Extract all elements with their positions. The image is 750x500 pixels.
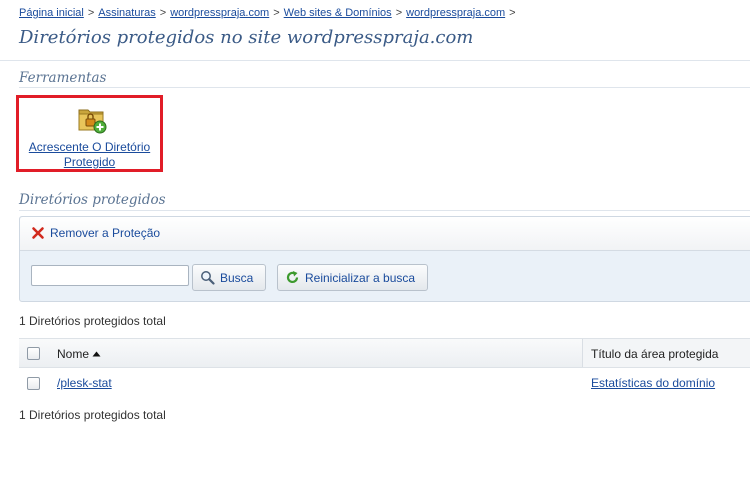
breadcrumb: Página inicial > Assinaturas > wordpresspraj… [19, 7, 520, 19]
directory-name-link[interactable]: /plesk-stat [57, 376, 112, 390]
page-title: Diretórios protegidos no site wordpressp… [19, 27, 474, 48]
select-all-checkbox[interactable] [27, 347, 40, 360]
reset-search-button-label: Reinicializar a busca [305, 270, 416, 285]
column-divider [582, 339, 583, 367]
magnifier-icon [201, 271, 215, 285]
breadcrumb-separator: > [87, 7, 95, 19]
table-header: Nome Título da área protegida [19, 338, 750, 368]
directories-toolbar-panel: Remover a Proteção Busca Reinicializar a… [19, 216, 750, 302]
reset-search-button[interactable]: Reinicializar a busca [277, 264, 428, 291]
actions-toolbar: Remover a Proteção [20, 217, 750, 251]
breadcrumb-item-websites-domains[interactable]: Web sites & Domínios [284, 7, 392, 19]
title-divider [0, 60, 750, 61]
folder-lock-add-icon [77, 104, 107, 134]
breadcrumb-item-subscription[interactable]: wordpresspraja.com [170, 7, 269, 19]
row-checkbox[interactable] [27, 377, 40, 390]
breadcrumb-separator: > [273, 7, 280, 19]
search-button[interactable]: Busca [192, 264, 266, 291]
breadcrumb-item-home[interactable]: Página inicial [19, 7, 84, 19]
breadcrumb-separator: > [509, 7, 516, 19]
page: Página inicial > Assinaturas > wordpresspraj… [0, 0, 750, 500]
directories-section-title: Diretórios protegidos [19, 192, 166, 208]
tools-section-divider [19, 87, 750, 88]
column-header-title[interactable]: Título da área protegida [591, 347, 718, 361]
directory-title-link[interactable]: Estatísticas do domínio [591, 376, 715, 390]
breadcrumb-separator: > [159, 7, 167, 19]
sort-ascending-icon [92, 351, 101, 357]
directories-section-divider [19, 210, 750, 211]
column-header-name-label: Nome [57, 347, 90, 361]
total-count-top: 1 Diretórios protegidos total [19, 314, 166, 328]
breadcrumb-separator: > [395, 7, 403, 19]
remove-protection-label: Remover a Proteção [50, 226, 161, 240]
column-header-name[interactable]: Nome [57, 347, 101, 361]
remove-x-icon [32, 227, 44, 239]
add-protected-directory-button[interactable]: Acrescente O Diretório Protegido [16, 95, 163, 172]
search-button-label: Busca [220, 270, 254, 285]
tools-section-title: Ferramentas [19, 70, 107, 86]
refresh-icon [286, 271, 299, 284]
add-protected-directory-label[interactable]: Acrescente O Diretório Protegido [19, 140, 160, 170]
remove-protection-button[interactable]: Remover a Proteção [31, 226, 160, 240]
breadcrumb-item-domain[interactable]: wordpresspraja.com [406, 7, 505, 19]
total-count-bottom: 1 Diretórios protegidos total [19, 408, 166, 422]
breadcrumb-item-subscriptions[interactable]: Assinaturas [98, 7, 155, 19]
search-input[interactable] [31, 265, 189, 286]
